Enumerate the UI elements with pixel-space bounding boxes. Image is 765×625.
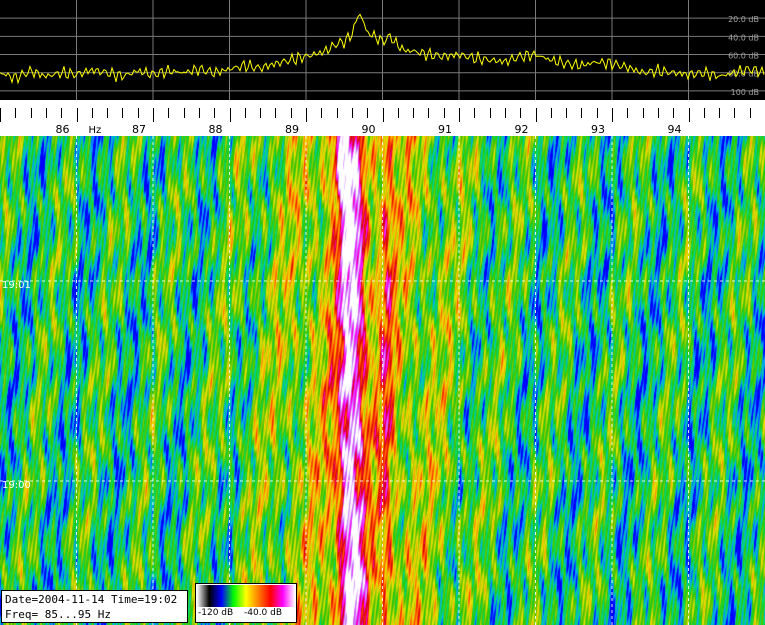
spectrum-ytick-label: 60.0 dB <box>728 52 759 61</box>
date-time-label: Date=2004-11-14 Time=19:02 <box>5 593 178 606</box>
frequency-tick-label-88: 88 <box>209 123 223 136</box>
spectrum-ytick-label: 40.0 dB <box>728 33 759 42</box>
colorbar-min-label: -120 dB <box>198 608 234 618</box>
waterfall-grid-overlay: 19:01 19:00 <box>0 136 765 625</box>
spectrum-ytick-label: 100 dB <box>731 88 759 97</box>
frequency-tick-label-92: 92 <box>515 123 529 136</box>
spectrum-svg: 20.0 dB40.0 dB60.0 dB80.0 dB100 dB <box>0 0 765 100</box>
frequency-tick-label-94: 94 <box>668 123 682 136</box>
frequency-tick-label-87: 87 <box>132 123 146 136</box>
frequency-tick-label-90: 90 <box>362 123 376 136</box>
waterfall-time-label: 19:01 <box>2 280 31 291</box>
colorbar-max-label: -40.0 dB <box>244 608 283 618</box>
frequency-tick-label-91: 91 <box>438 123 452 136</box>
spectrum-plot: 20.0 dB 40.0 dB 60.0 dB 80.0 dB 100 dB <box>0 0 765 100</box>
frequency-tick-label-89: 89 <box>285 123 299 136</box>
colorbar-legend: -120 dB -40.0 dB <box>195 583 297 623</box>
spectrum-ytick-label: 20.0 dB <box>728 15 759 24</box>
frequency-range-label: Freq= 85...95 Hz <box>5 608 111 621</box>
waterfall-spectrogram: 19:01 19:00 <box>0 136 765 625</box>
frequency-axis-svg: 86 87 88 89 90 91 92 93 94 Hz <box>0 108 751 136</box>
colorbar-gradient <box>197 585 295 607</box>
waterfall-time-label: 19:00 <box>2 480 31 491</box>
frequency-tick-label-93: 93 <box>591 123 605 136</box>
frequency-unit-label: Hz <box>89 125 102 136</box>
frequency-tick-label-86: 86 <box>56 123 70 136</box>
frequency-axis: 86 87 88 89 90 91 92 93 94 Hz <box>0 100 765 136</box>
info-box: Date=2004-11-14 Time=19:02 Freq= 85...95… <box>1 590 188 623</box>
